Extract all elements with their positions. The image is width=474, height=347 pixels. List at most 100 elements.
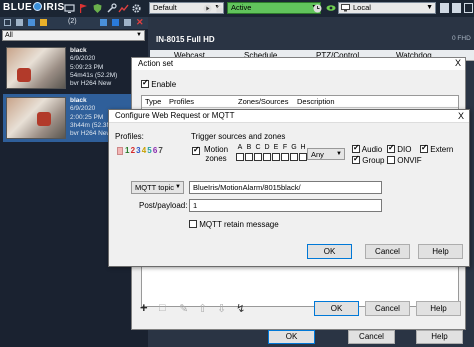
ok-button[interactable]: OK: [307, 244, 352, 259]
help-button[interactable]: Help: [418, 244, 463, 259]
close-button[interactable]: X: [455, 58, 461, 69]
folder-icon[interactable]: [4, 19, 11, 26]
zones-any-select[interactable]: Any ▼: [307, 148, 345, 160]
retain-label: MQTT retain message: [199, 220, 279, 229]
logo-text-right: IRIS: [43, 2, 65, 13]
zone-label: B: [246, 144, 252, 151]
column-type[interactable]: Type: [145, 96, 161, 107]
checkbox-icon: [189, 220, 197, 228]
payload-input[interactable]: 1: [189, 199, 382, 212]
shield-icon[interactable]: [92, 3, 103, 14]
help-button[interactable]: Help: [416, 301, 461, 316]
schedule-icon[interactable]: [313, 4, 322, 13]
zone-label: D: [264, 144, 270, 151]
config-title: Configure Web Request or MQTT: [115, 111, 235, 120]
add-icon[interactable]: +: [140, 300, 148, 315]
edit-icon[interactable]: ✎: [179, 302, 188, 315]
alert-icon[interactable]: [40, 19, 47, 26]
zone-label: H: [300, 144, 306, 151]
lock-icon[interactable]: [215, 4, 224, 13]
tile-icon[interactable]: [440, 3, 449, 13]
clip-item[interactable]: black 6/9/2020 5:09:23 PM 54m41s (52.2M)…: [3, 44, 146, 92]
enable-checkbox[interactable]: Enable: [141, 78, 177, 89]
zone-label: C: [255, 144, 261, 151]
status-select[interactable]: Active▼: [227, 2, 321, 14]
window-icon[interactable]: [452, 3, 461, 13]
server-select-value: Local: [353, 3, 371, 12]
outer-cancel-button[interactable]: Cancel: [348, 330, 395, 344]
top-toolbar: BLUE IRIS Default▼ Active▼ Local ▼: [0, 0, 474, 17]
column-profiles[interactable]: Profiles: [169, 96, 194, 107]
zones-label: zones: [205, 154, 227, 163]
profile-7[interactable]: 7: [158, 146, 164, 155]
request-type-select[interactable]: MQTT topic ▼: [131, 181, 184, 194]
zone-label: A: [237, 144, 243, 151]
checkbox-icon: [420, 143, 428, 153]
checkbox-icon: [263, 153, 271, 161]
clip-filter-value: All: [5, 32, 13, 39]
checkbox-icon: [387, 156, 395, 164]
source-onvif-label: ONVIF: [397, 156, 422, 165]
action-set-title: Action set: [138, 59, 174, 68]
clip-time: 5:09:23 PM: [70, 63, 104, 71]
zone-label: G: [291, 144, 297, 151]
zone-label: E: [273, 144, 279, 151]
source-onvif-checkbox[interactable]: ONVIF: [387, 156, 422, 165]
play-icon[interactable]: [203, 4, 212, 13]
motion-zones-checkbox[interactable]: [192, 145, 200, 156]
zones-any-value: Any: [311, 150, 324, 159]
motion-zones-label: Motion zones: [204, 145, 228, 163]
wrench-icon[interactable]: [106, 3, 117, 14]
eye-icon[interactable]: [326, 3, 336, 13]
flag-icon[interactable]: [78, 3, 89, 14]
source-extern-label: Extern: [430, 145, 454, 154]
grid-icon[interactable]: [100, 19, 107, 26]
move-up-icon[interactable]: ⇧: [198, 302, 207, 315]
source-audio-checkbox[interactable]: Audio: [352, 143, 382, 154]
enable-label: Enable: [151, 80, 177, 89]
column-zones-sources[interactable]: Zones/Sources: [238, 96, 288, 107]
camera-title: IN-8015 Full HD: [156, 35, 215, 44]
chart-icon[interactable]: [118, 3, 129, 14]
cancel-button[interactable]: Cancel: [365, 244, 410, 259]
trash-icon[interactable]: □: [159, 302, 166, 314]
checkbox-icon: [254, 153, 262, 161]
profile-select[interactable]: Default ▼: [149, 2, 224, 14]
checkbox-icon: [299, 153, 307, 161]
logo-text-left: BLUE: [3, 2, 33, 13]
clip-filter-select[interactable]: All ▼: [2, 30, 145, 41]
ok-button[interactable]: OK: [314, 301, 359, 316]
move-down-icon[interactable]: ⇩: [217, 302, 226, 315]
mqtt-topic-input[interactable]: BlueIris/MotionAlarm/8015black/: [189, 181, 382, 194]
monitor-icon[interactable]: [64, 3, 75, 14]
checkbox-icon: [236, 153, 244, 161]
source-dio-checkbox[interactable]: DIO: [387, 143, 411, 154]
chevron-down-icon: ▼: [175, 184, 181, 190]
retain-checkbox[interactable]: MQTT retain message: [189, 220, 279, 229]
source-group-label: Group: [362, 156, 385, 165]
clip-count: (2): [68, 18, 77, 25]
outer-ok-button[interactable]: OK: [268, 330, 315, 344]
maximize-icon[interactable]: [464, 3, 473, 13]
profile-selector[interactable]: 1234567: [125, 146, 164, 155]
clip-icon[interactable]: [16, 19, 23, 26]
close-button[interactable]: X: [458, 110, 464, 122]
checkbox-icon: [141, 78, 149, 88]
source-group-checkbox[interactable]: Group: [352, 154, 385, 165]
zone-label: F: [282, 144, 288, 151]
list-icon[interactable]: [124, 19, 131, 26]
archive-icon[interactable]: [28, 19, 35, 26]
cancel-button[interactable]: Cancel: [365, 301, 410, 316]
test-lightning-icon[interactable]: ↯: [236, 302, 245, 315]
delete-icon[interactable]: ✕: [136, 17, 144, 28]
checkbox-icon: [272, 153, 280, 161]
profile-0-box[interactable]: [117, 147, 123, 155]
column-description[interactable]: Description: [297, 96, 335, 107]
outer-help-button[interactable]: Help: [416, 330, 463, 344]
gear-icon[interactable]: [131, 3, 142, 14]
source-extern-checkbox[interactable]: Extern: [420, 143, 454, 154]
server-select[interactable]: Local ▼: [338, 2, 436, 14]
chevron-down-icon: ▼: [136, 32, 142, 38]
save-icon[interactable]: [112, 19, 119, 26]
clip-thumbnail: [6, 97, 66, 139]
